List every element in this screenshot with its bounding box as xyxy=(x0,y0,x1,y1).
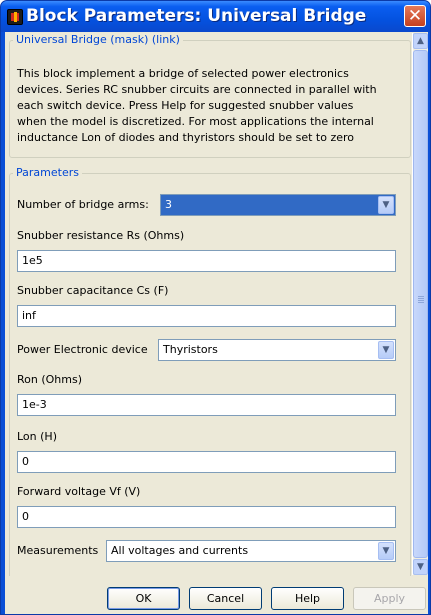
arrow-up-icon[interactable]: ▲ xyxy=(413,33,428,49)
mask-group-title: Universal Bridge (mask) (link) xyxy=(13,33,183,47)
vf-label: Forward voltage Vf (V) xyxy=(17,485,141,498)
ron-field[interactable]: 1e-3 xyxy=(17,394,396,416)
scrollbar-thumb[interactable] xyxy=(413,50,428,558)
mask-description: This block implement a bridge of selecte… xyxy=(17,66,407,146)
vf-field[interactable]: 0 xyxy=(17,506,396,528)
bridge-arms-select[interactable]: 3 ▼ xyxy=(160,194,396,216)
description-line: This block implement a bridge of selecte… xyxy=(17,67,349,80)
measurements-select[interactable]: All voltages and currents ▼ xyxy=(106,540,396,562)
parameters-group-title: Parameters xyxy=(13,166,82,180)
description-line: each switch device. Press Help for sugge… xyxy=(17,99,354,112)
description-line: devices. Series RC snubber circuits are … xyxy=(17,83,377,96)
measurements-value: All voltages and currents xyxy=(111,544,249,557)
snubber-cs-field[interactable]: inf xyxy=(17,305,396,327)
ron-label: Ron (Ohms) xyxy=(17,373,83,386)
ok-button[interactable]: OK xyxy=(107,587,180,610)
chevron-down-icon[interactable]: ▼ xyxy=(378,542,394,560)
dialog-client: Universal Bridge (mask) (link) This bloc… xyxy=(5,32,428,614)
snubber-cs-label: Snubber capacitance Cs (F) xyxy=(17,284,169,297)
close-button[interactable]: ✕ xyxy=(404,5,426,27)
cancel-button[interactable]: Cancel xyxy=(189,587,262,610)
measurements-label: Measurements xyxy=(17,544,99,557)
lon-label: Lon (H) xyxy=(17,430,57,443)
parameters-scroll-area: Universal Bridge (mask) (link) This bloc… xyxy=(5,32,412,576)
description-line: when the model is discretized. For most … xyxy=(17,115,374,128)
device-label: Power Electronic device xyxy=(17,343,148,356)
vertical-scrollbar[interactable]: ▲ ▼ xyxy=(412,33,428,575)
bridge-arms-value: 3 xyxy=(165,198,172,211)
dialog-window: Block Parameters: Universal Bridge ✕ Uni… xyxy=(0,0,431,615)
device-select[interactable]: Thyristors ▼ xyxy=(158,339,396,361)
snubber-rs-field[interactable]: 1e5 xyxy=(17,250,396,272)
chevron-down-icon[interactable]: ▼ xyxy=(378,341,394,359)
description-line: inductance Lon of diodes and thyristors … xyxy=(17,131,355,144)
snubber-rs-label: Snubber resistance Rs (Ohms) xyxy=(17,229,185,242)
title-bar[interactable]: Block Parameters: Universal Bridge ✕ xyxy=(1,1,430,32)
chevron-down-icon[interactable]: ▼ xyxy=(378,196,394,214)
grip-icon xyxy=(418,296,424,297)
bridge-arms-label: Number of bridge arms: xyxy=(17,198,149,211)
window-title: Block Parameters: Universal Bridge xyxy=(26,6,367,26)
arrow-down-icon[interactable]: ▼ xyxy=(413,559,428,575)
help-button[interactable]: Help xyxy=(271,587,344,610)
apply-button[interactable]: Apply xyxy=(353,587,426,610)
simulink-block-icon xyxy=(7,9,23,25)
device-value: Thyristors xyxy=(163,343,218,356)
lon-field[interactable]: 0 xyxy=(17,451,396,473)
